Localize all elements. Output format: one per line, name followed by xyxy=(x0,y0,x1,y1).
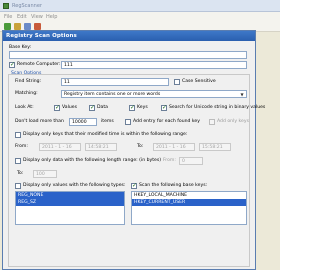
base-keys-list[interactable]: HKEY_LOCAL_MACHINE HKEY_CURRENT_USER xyxy=(131,191,247,225)
case-sensitive-label: Case Sensitive xyxy=(182,79,216,84)
dialog-title-bar: Registry Scan Options xyxy=(3,31,255,41)
find-string-input[interactable]: 11 xyxy=(61,78,169,86)
value-types-label: Display only values with the following t… xyxy=(23,183,126,188)
remote-computer-input[interactable]: 111 xyxy=(61,61,247,69)
values-label: Values xyxy=(62,105,78,110)
values-checkbox[interactable] xyxy=(54,104,60,111)
modified-time-checkbox[interactable] xyxy=(15,132,21,138)
menu-edit[interactable]: Edit xyxy=(17,14,27,20)
remote-computer-label: Remote Computer: xyxy=(17,62,61,67)
unicode-checkbox[interactable] xyxy=(161,104,167,111)
unicode-label: Search for Unicode string in binary valu… xyxy=(169,105,266,110)
data-checkbox[interactable] xyxy=(89,104,95,111)
from-label: From: xyxy=(15,144,28,149)
remote-computer-checkbox[interactable] xyxy=(9,61,15,68)
new-scan-icon[interactable] xyxy=(4,23,11,30)
app-title: RegScanner xyxy=(12,3,42,9)
value-types-checkbox[interactable] xyxy=(15,183,21,189)
to-label: To: xyxy=(137,144,144,149)
case-sensitive-checkbox[interactable] xyxy=(174,79,180,85)
data-label: Data xyxy=(97,105,108,110)
add-entry-checkbox[interactable] xyxy=(125,119,131,125)
menu-view[interactable]: View xyxy=(31,14,43,20)
dont-load-input[interactable]: 10000 xyxy=(69,118,97,126)
list-item[interactable]: REG_NONE xyxy=(16,192,124,199)
dialog-title: Registry Scan Options xyxy=(6,33,77,39)
modified-time-label: Display only keys that their modified ti… xyxy=(23,132,188,137)
open-icon[interactable] xyxy=(14,23,21,30)
regscanner-icon xyxy=(3,3,9,9)
add-entry-label: Add entry for each found key xyxy=(133,119,200,124)
menu-file[interactable]: File xyxy=(4,14,12,20)
value-types-list[interactable]: REG_NONE REG_SZ xyxy=(15,191,125,225)
from-time-input[interactable]: 14:58:21 xyxy=(85,143,117,151)
chevron-down-icon: ▼ xyxy=(240,92,244,97)
save-icon[interactable] xyxy=(24,23,31,30)
keys-checkbox[interactable] xyxy=(129,104,135,111)
keys-label: Keys xyxy=(137,105,148,110)
delete-icon[interactable] xyxy=(34,23,41,30)
add-only-keys-checkbox[interactable] xyxy=(209,119,215,125)
matching-value: Registry item contains one or more words xyxy=(64,92,161,97)
length-to-label: To: xyxy=(17,171,24,176)
dont-load-label: Don't load more than xyxy=(15,119,64,124)
base-key-label: Base Key: xyxy=(9,45,32,50)
list-item[interactable]: REG_SZ xyxy=(16,199,124,206)
app-title-bar: RegScanner xyxy=(0,0,280,12)
length-from-input[interactable]: 0 xyxy=(179,157,203,165)
find-string-label: Find String: xyxy=(15,79,42,84)
to-date-picker[interactable]: 2011 - 1 - 16 xyxy=(153,143,195,151)
menu-help[interactable]: Help xyxy=(46,14,57,20)
matching-label: Matching: xyxy=(15,91,38,96)
length-range-label: Display only data with the following len… xyxy=(23,158,162,163)
base-key-input[interactable] xyxy=(9,51,247,59)
list-item[interactable]: HKEY_LOCAL_MACHINE xyxy=(132,192,246,199)
items-label: items xyxy=(101,119,114,124)
matching-select[interactable]: Registry item contains one or more words… xyxy=(61,90,247,98)
list-item[interactable]: HKEY_CURRENT_USER xyxy=(132,199,246,206)
scan-options-dialog: Registry Scan Options Base Key: Remote C… xyxy=(2,30,265,270)
from-date-picker[interactable]: 2011 - 1 - 16 xyxy=(39,143,81,151)
menu-bar: File Edit View Help xyxy=(0,12,280,21)
scan-base-keys-label: Scan the following base keys: xyxy=(139,183,208,188)
to-time-input[interactable]: 15:58:21 xyxy=(199,143,231,151)
scan-base-keys-checkbox[interactable] xyxy=(131,182,137,189)
look-at-label: Look At: xyxy=(15,105,34,110)
add-only-keys-label: Add only keys xyxy=(217,119,249,124)
length-from-label: From: xyxy=(163,158,176,163)
length-range-checkbox[interactable] xyxy=(15,158,21,164)
length-to-input[interactable]: 100 xyxy=(33,170,57,178)
